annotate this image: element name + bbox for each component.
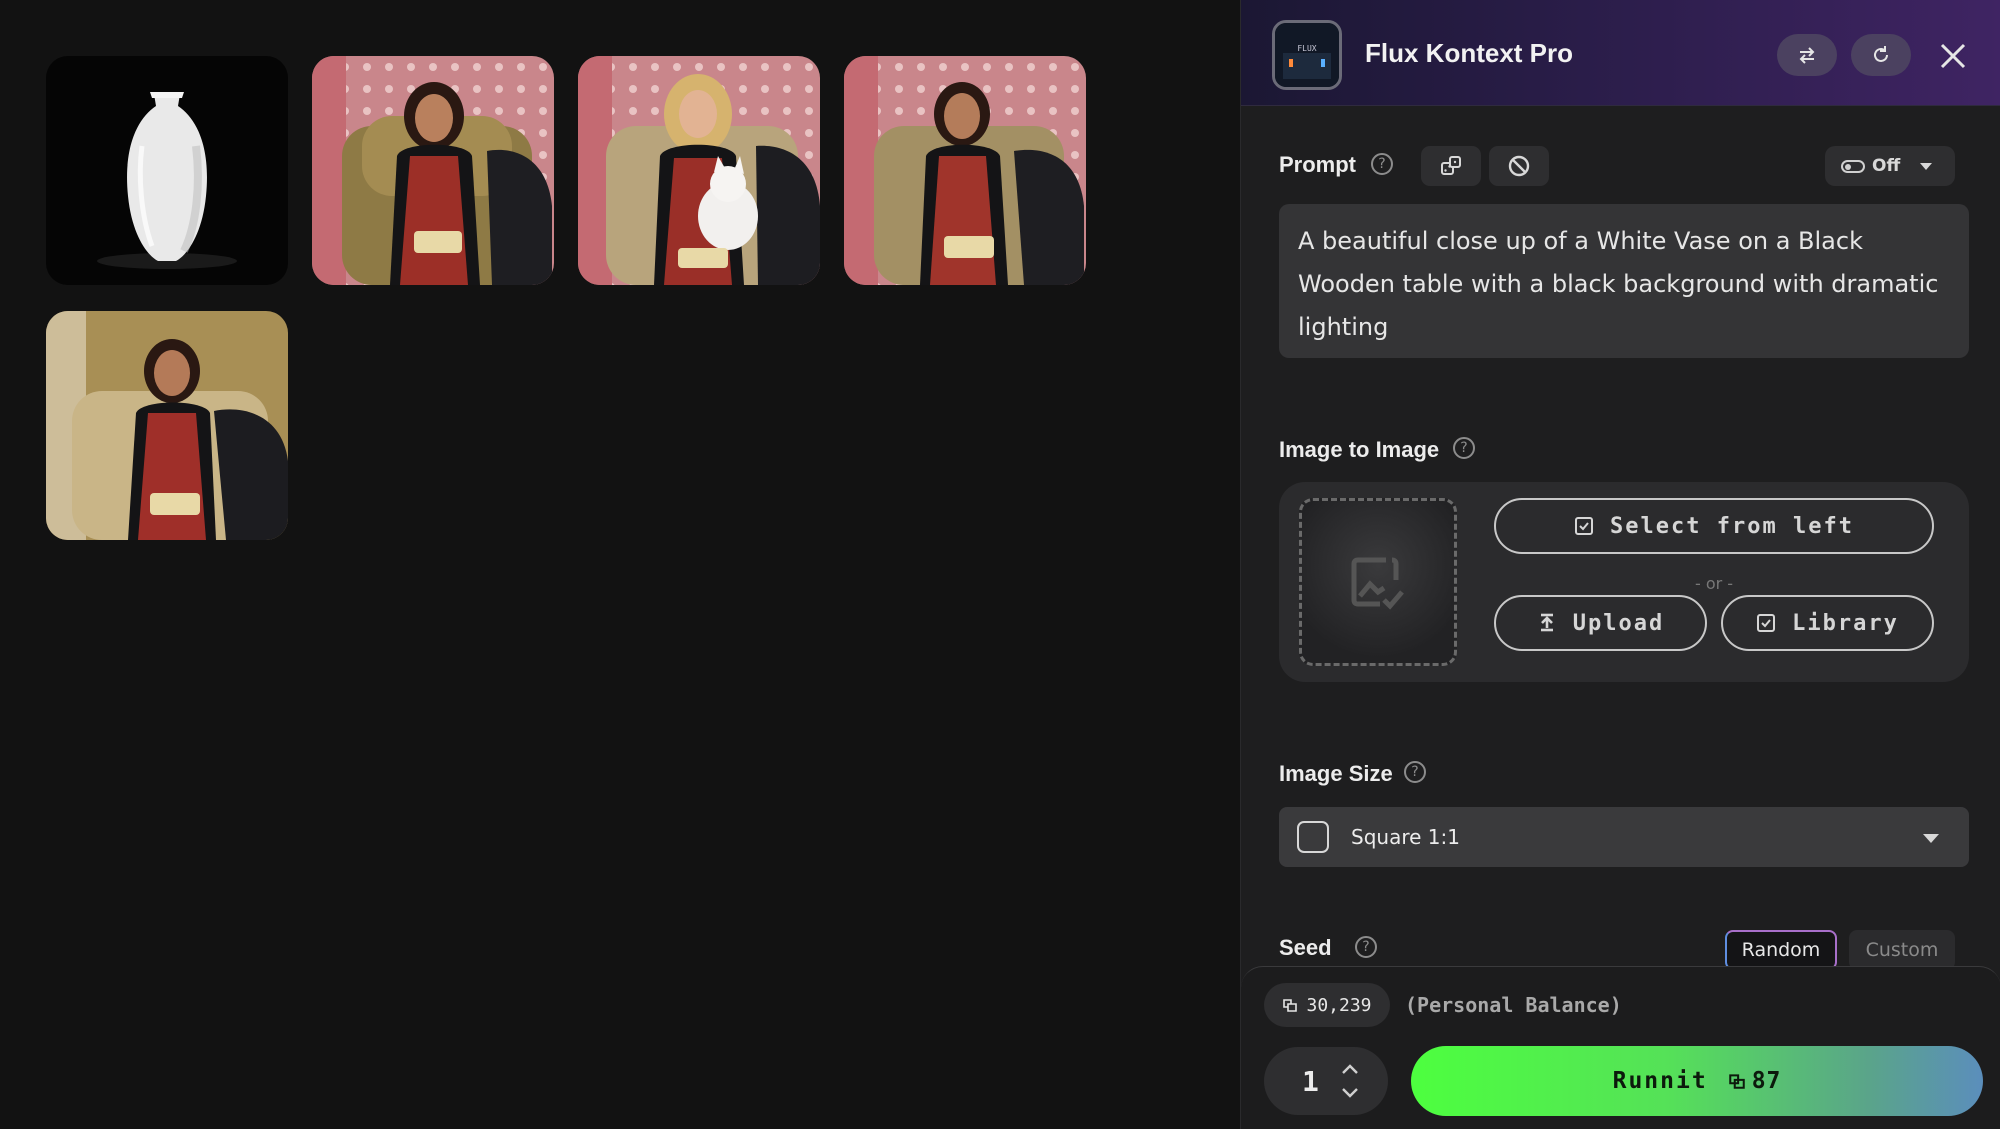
run-button[interactable]: Runnit 87 xyxy=(1411,1046,1983,1116)
model-title: Flux Kontext Pro xyxy=(1365,38,1574,68)
woman-armchair-image xyxy=(844,56,1086,285)
image-to-image-label: Image to Image xyxy=(1279,437,1440,462)
chevron-up-icon xyxy=(1342,1064,1358,1074)
seed-help-icon[interactable]: ? xyxy=(1355,936,1377,958)
seed-label: Seed xyxy=(1279,935,1332,960)
image-size-select[interactable]: Square 1:1 xyxy=(1279,807,1969,867)
dice-icon xyxy=(1441,156,1461,175)
random-prompt-button[interactable] xyxy=(1421,146,1481,186)
block-icon xyxy=(1508,155,1530,177)
gallery-image-woman-3[interactable] xyxy=(46,311,288,540)
balance-label: (Personal Balance) xyxy=(1405,993,1622,1017)
image-size-value: Square 1:1 xyxy=(1351,825,1460,849)
library-label: Library xyxy=(1792,610,1899,636)
gallery-image-woman-cat[interactable] xyxy=(578,56,820,285)
seed-custom-button[interactable]: Custom xyxy=(1849,930,1955,970)
gallery-image-woman-2[interactable] xyxy=(844,56,1086,285)
prompt-enhance-toggle[interactable]: Off xyxy=(1825,146,1955,186)
upload-label: Upload xyxy=(1572,610,1665,636)
balance-value: 30,239 xyxy=(1306,994,1372,1016)
swap-button[interactable] xyxy=(1777,34,1837,76)
image-size-help-icon[interactable]: ? xyxy=(1404,761,1426,783)
chevron-down-icon xyxy=(1342,1088,1358,1098)
vase-image xyxy=(46,56,288,285)
upload-button[interactable]: Upload xyxy=(1494,595,1707,651)
quantity-stepper[interactable]: 1 xyxy=(1264,1047,1388,1115)
flux-logo-icon: FLUX xyxy=(1275,23,1339,87)
woman-armchair-beige-image xyxy=(46,311,288,540)
select-from-left-button[interactable]: Select from left xyxy=(1494,498,1934,554)
toggle-label: Off xyxy=(1872,156,1901,176)
coins-icon xyxy=(1728,1074,1745,1089)
quantity-decrement[interactable] xyxy=(1340,1083,1360,1103)
model-panel: FLUX Flux Kontext Pro Prompt ? Off A bea… xyxy=(1240,0,2000,1129)
svg-text:FLUX: FLUX xyxy=(1297,44,1316,53)
toggle-switch-icon xyxy=(1841,159,1865,173)
refresh-button[interactable] xyxy=(1851,34,1911,76)
woman-with-cat-image xyxy=(578,56,820,285)
run-cost: 87 xyxy=(1728,1068,1782,1094)
checkbox-icon xyxy=(1757,614,1776,632)
select-from-left-label: Select from left xyxy=(1610,513,1854,539)
quantity-increment[interactable] xyxy=(1340,1059,1360,1079)
model-avatar: FLUX xyxy=(1272,20,1342,90)
woman-armchair-image xyxy=(312,56,554,285)
upload-icon xyxy=(1540,613,1553,632)
image-to-image-panel: Select from left - or - Upload Library xyxy=(1279,482,1969,682)
library-button[interactable]: Library xyxy=(1721,595,1934,651)
coins-icon xyxy=(1283,999,1298,1012)
close-button[interactable] xyxy=(1933,36,1973,76)
run-cost-value: 87 xyxy=(1751,1068,1782,1094)
or-divider: - or - xyxy=(1694,574,1734,593)
quantity-value: 1 xyxy=(1302,1065,1319,1098)
swap-arrows-icon xyxy=(1799,47,1815,64)
close-icon xyxy=(1940,43,1966,69)
prompt-help-icon[interactable]: ? xyxy=(1371,153,1393,175)
gallery-image-woman-1[interactable] xyxy=(312,56,554,285)
image-gallery xyxy=(0,0,1240,1129)
square-ratio-icon xyxy=(1297,821,1329,853)
seed-random-button[interactable]: Random xyxy=(1725,930,1837,970)
checkbox-icon xyxy=(1575,517,1594,535)
image-size-label: Image Size xyxy=(1279,761,1393,786)
chevron-down-icon xyxy=(1920,162,1933,170)
prompt-input[interactable]: A beautiful close up of a White Vase on … xyxy=(1279,204,1969,358)
panel-header: FLUX Flux Kontext Pro xyxy=(1241,0,2000,106)
run-footer: 30,239 (Personal Balance) 1 Runnit 87 xyxy=(1241,966,2000,1129)
run-label: Runnit xyxy=(1612,1068,1708,1094)
gallery-image-vase[interactable] xyxy=(46,56,288,285)
chevron-down-icon xyxy=(1923,834,1939,843)
clear-prompt-button[interactable] xyxy=(1489,146,1549,186)
balance-pill: 30,239 xyxy=(1264,983,1390,1027)
image-to-image-help-icon[interactable]: ? xyxy=(1453,437,1475,459)
prompt-label: Prompt xyxy=(1279,152,1356,177)
refresh-icon xyxy=(1874,46,1888,62)
